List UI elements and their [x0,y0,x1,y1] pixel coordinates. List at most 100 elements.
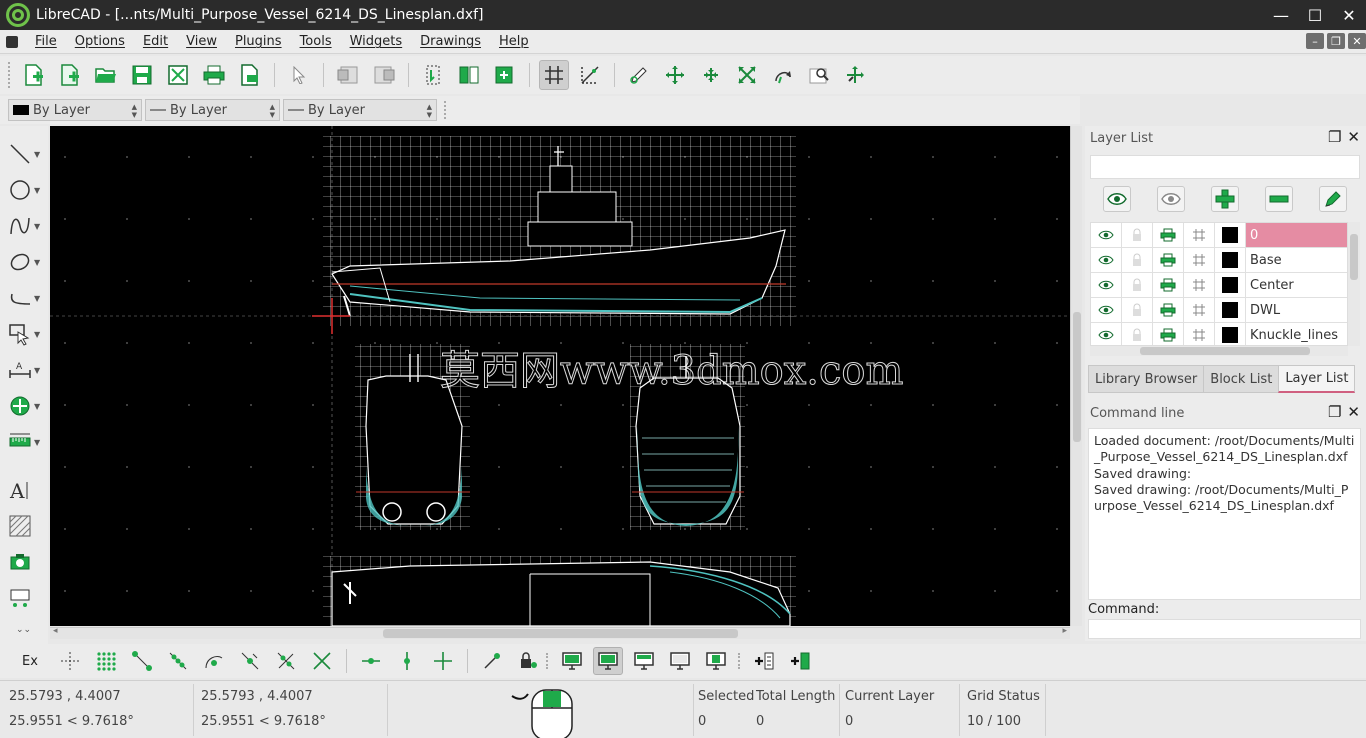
layer-print-icon[interactable] [1153,248,1184,272]
view-monitor-4-button[interactable] [665,647,695,675]
zoom-auto-button[interactable] [732,60,762,90]
zoom-window-button[interactable] [804,60,834,90]
zoom-out-button[interactable] [696,60,726,90]
snap-on-entity-button[interactable] [163,647,193,675]
select-tool-button[interactable]: ▼ [8,320,44,348]
horizontal-scroll-thumb[interactable] [383,629,738,638]
modify-tool-button[interactable]: ▼ [8,392,44,420]
draft-mode-button[interactable] [575,60,605,90]
tab-library-browser[interactable]: Library Browser [1088,365,1205,393]
restrict-horizontal-button[interactable] [356,647,386,675]
dimension-tool-button[interactable]: A ▼ [8,356,44,384]
layer-print-icon[interactable] [1153,273,1184,297]
open-file-button[interactable] [91,60,121,90]
layer-lock-icon[interactable] [1122,273,1153,297]
tab-layer-list[interactable]: Layer List [1278,365,1356,393]
layer-visibility-icon[interactable] [1091,223,1122,247]
layer-color-swatch[interactable] [1215,323,1246,345]
line-tool-button[interactable]: ▼ [8,140,44,168]
layer-row[interactable]: Knuckle_lines [1091,323,1347,345]
layer-visibility-icon[interactable] [1091,298,1122,322]
select-pointer-button[interactable] [284,60,314,90]
redraw-button[interactable] [624,60,654,90]
menu-help[interactable]: Help [490,34,538,49]
grid-toggle-button[interactable] [539,60,569,90]
menu-widgets[interactable]: Widgets [341,34,412,49]
layer-print-icon[interactable] [1153,323,1184,345]
snap-middle-button[interactable] [235,647,265,675]
layer-color-swatch[interactable] [1215,248,1246,272]
edit-layer-button[interactable] [1319,186,1347,212]
image-tool-button[interactable] [8,548,44,576]
text-tool-button[interactable]: A [8,476,44,504]
menu-tools[interactable]: Tools [291,34,341,49]
mdi-close-button[interactable]: ✕ [1348,33,1366,49]
minimize-button[interactable]: — [1264,0,1298,30]
snap-center-button[interactable] [199,647,229,675]
layer-print-icon[interactable] [1153,223,1184,247]
hatch-tool-button[interactable] [8,512,44,540]
block-insert-button[interactable] [418,60,448,90]
toolbar-grip[interactable] [8,62,12,88]
undo-button[interactable] [333,60,363,90]
new-template-button[interactable] [55,60,85,90]
view-monitor-2-button[interactable] [592,647,623,675]
ellipse-tool-button[interactable]: ▼ [8,248,44,276]
snap-intersection-button[interactable] [307,647,337,675]
layer-color-swatch[interactable] [1215,273,1246,297]
toolbar-grip[interactable] [737,653,742,669]
layer-construction-icon[interactable] [1184,273,1215,297]
remove-layer-button[interactable] [1265,186,1293,212]
layer-row[interactable]: Base [1091,248,1347,273]
hide-all-layers-button[interactable] [1157,186,1185,212]
block-edit-button[interactable] [454,60,484,90]
save-button[interactable] [127,60,157,90]
view-monitor-5-button[interactable] [701,647,731,675]
layer-list-horizontal-scrollbar[interactable] [1090,346,1348,356]
restrict-orthogonal-button[interactable] [428,647,458,675]
layer-list-vertical-scrollbar[interactable] [1348,222,1360,346]
layer-lock-icon[interactable] [1122,323,1153,345]
menu-plugins[interactable]: Plugins [226,34,291,49]
layer-construction-icon[interactable] [1184,223,1215,247]
scroll-right-icon[interactable]: ▸ [1062,626,1067,636]
color-combo[interactable]: By Layer ▲ ▼ [8,99,142,121]
snap-grid-button[interactable] [91,647,121,675]
save-as-button[interactable] [163,60,193,90]
measure-tool-button[interactable]: ▼ [8,428,44,456]
print-preview-button[interactable] [235,60,265,90]
canvas-vertical-scrollbar[interactable] [1070,126,1082,626]
menu-options[interactable]: Options [66,34,134,49]
line-width-combo[interactable]: By Layer ▲ ▼ [145,99,280,121]
layer-color-swatch[interactable] [1215,223,1246,247]
layer-lock-icon[interactable] [1122,248,1153,272]
circle-tool-button[interactable]: ▼ [8,176,44,204]
layer-construction-icon[interactable] [1184,248,1215,272]
polyline-tool-button[interactable]: ▼ [8,284,44,312]
menu-view[interactable]: View [177,34,226,49]
redo-button[interactable] [369,60,399,90]
layer-lock-icon[interactable] [1122,223,1153,247]
print-button[interactable] [199,60,229,90]
app-menu-icon[interactable] [6,35,18,48]
block-add-button[interactable] [490,60,520,90]
menu-edit[interactable]: Edit [134,34,177,49]
more-tools-chevron-icon[interactable]: ⌄⌄ [8,622,44,638]
snap-distance-button[interactable] [271,647,301,675]
view-monitor-3-button[interactable] [629,647,659,675]
toolbar-grip[interactable] [545,653,550,669]
layer-print-icon[interactable] [1153,298,1184,322]
layer-row[interactable]: DWL [1091,298,1347,323]
add-layer-button[interactable] [1211,186,1239,212]
layer-construction-icon[interactable] [1184,323,1215,345]
layer-lock-icon[interactable] [1122,298,1153,322]
dock-float-icon[interactable]: ❐ [1328,403,1341,421]
zoom-previous-button[interactable] [768,60,798,90]
lock-relative-zero-button[interactable] [513,647,543,675]
close-window-button[interactable]: ✕ [1332,0,1366,30]
add-to-list-button[interactable] [749,647,779,675]
restrict-vertical-button[interactable] [392,647,422,675]
layer-list-scroll-thumb[interactable] [1350,234,1358,280]
vertical-scroll-thumb[interactable] [1073,312,1081,442]
exclusive-snap-toggle[interactable]: Ex [22,654,38,669]
